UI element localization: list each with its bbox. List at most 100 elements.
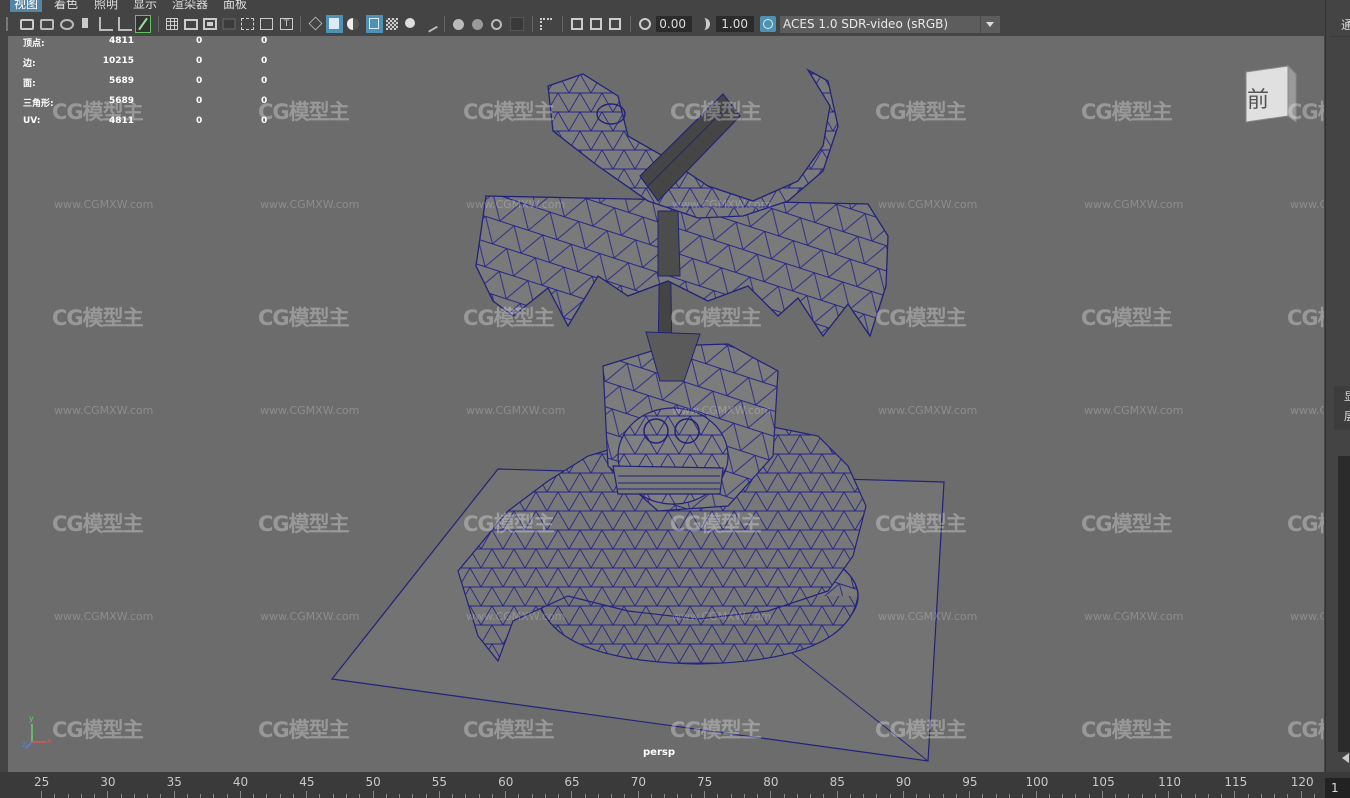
timeline-tick-label: 80 [763, 775, 779, 789]
axis-label-y: y [29, 714, 34, 723]
layer-panel-label: 显 [1344, 390, 1350, 403]
xray-joints-icon[interactable] [590, 18, 602, 30]
watermark-logo: CG模型主 [670, 100, 762, 124]
isolate-select-icon[interactable] [540, 18, 552, 30]
wireframe-on-shaded-icon[interactable] [366, 15, 383, 33]
select-camera-icon[interactable] [20, 19, 34, 30]
depth-of-field-icon[interactable] [510, 17, 524, 31]
timeline-tick [1207, 794, 1209, 798]
safe-title-icon[interactable]: T [280, 18, 293, 30]
timeline-tick [120, 794, 122, 798]
timeline-tick [80, 794, 82, 798]
hud-value: 0 [196, 96, 203, 106]
textured-icon[interactable] [386, 18, 398, 30]
current-frame-field[interactable]: 1 [1325, 778, 1350, 798]
timeline-tick [1247, 794, 1249, 798]
watermark-logo: CG模型主 [1287, 512, 1324, 536]
timeline-tick-label: 55 [431, 775, 448, 789]
timeline-tick [306, 791, 308, 798]
timeline-tick [544, 794, 546, 798]
exposure-field[interactable]: 0.00 [656, 16, 692, 32]
field-chart-icon[interactable] [241, 18, 254, 30]
timeline-tick-label: 50 [365, 775, 381, 789]
color-management-icon[interactable] [760, 16, 776, 32]
shadows-icon[interactable] [422, 15, 438, 33]
default-material-icon[interactable] [347, 18, 359, 30]
image-plane-icon[interactable] [60, 19, 74, 30]
chevron-down-icon [980, 16, 1000, 33]
screen-space-ao-icon[interactable] [453, 19, 464, 30]
watermark-logo: CG模型主 [1081, 718, 1173, 742]
right-panel-tab[interactable]: 通 [1341, 16, 1350, 33]
menu-view[interactable]: 视图 [10, 0, 43, 12]
exposure-icon[interactable] [639, 18, 651, 30]
timeline-tick [147, 794, 149, 798]
timeline-tick [438, 791, 440, 798]
hud-value: 0 [261, 36, 268, 46]
gamma-field[interactable]: 1.00 [716, 16, 754, 32]
gate-mask-icon[interactable] [222, 18, 236, 30]
timeline-tick [1062, 794, 1064, 798]
timeline-tick-label: 100 [1025, 775, 1049, 789]
watermark-url: www.CGMXW.com [466, 610, 566, 623]
camera-attributes-icon[interactable] [40, 19, 54, 30]
menu-renderer[interactable]: 渲染器 [168, 0, 212, 12]
timeline-tick [823, 794, 825, 798]
timeline-tick [677, 794, 679, 798]
watermark-url: www.CGMXW.com [1084, 198, 1184, 211]
safe-action-icon[interactable] [260, 18, 273, 30]
menu-show[interactable]: 显示 [129, 0, 161, 12]
toolbar-grip [6, 17, 8, 31]
viewport-persp[interactable]: 顶点: 4811 0 0 边: 10215 0 0 面: 5689 0 0 三角… [8, 36, 1324, 772]
watermark-url: www.CGMXW.com [466, 198, 566, 211]
gamma-icon[interactable] [702, 18, 710, 30]
wireframe-icon[interactable] [308, 16, 323, 31]
view-cube-face-label: 前 [1247, 88, 1270, 113]
backface-culling-icon[interactable] [609, 18, 621, 30]
film-gate-icon[interactable] [184, 19, 198, 30]
view-transform-dropdown[interactable]: ACES 1.0 SDR-video (sRGB) [780, 16, 1000, 33]
grease-pencil-icon[interactable] [118, 17, 132, 31]
timeline-tick [505, 791, 507, 798]
timeline-tick [133, 794, 135, 798]
bookmark-icon[interactable] [82, 18, 88, 28]
motion-blur-icon[interactable] [472, 19, 483, 30]
axis-gizmo [25, 724, 46, 749]
layer-panel-header: 显 层 [1334, 386, 1350, 430]
watermark-logo: CG模型主 [875, 100, 967, 124]
time-slider[interactable]: 25 30 35 40 45 50 55 60 65 70 75 80 85 90 95 100 105 110 1… [0, 772, 1350, 798]
lights-icon[interactable] [405, 18, 415, 28]
timeline-tick [1115, 794, 1117, 798]
xray-icon[interactable] [571, 18, 583, 30]
timeline-tick [1022, 794, 1024, 798]
timeline-tick [836, 791, 838, 798]
timeline-tick [571, 791, 573, 798]
scrollbar[interactable] [1338, 456, 1350, 752]
watermark-logo: CG模型主 [875, 512, 967, 536]
2d-pan-zoom-icon[interactable] [99, 17, 113, 31]
watermark-url: www.CGMXW.com [1290, 404, 1324, 417]
timeline-tick [1101, 791, 1103, 798]
separator [158, 16, 159, 32]
hud-value: 0 [196, 116, 203, 126]
watermark-logo: CG模型主 [52, 100, 144, 124]
timeline-tick [41, 791, 42, 798]
scroll-left-arrow-icon[interactable] [1342, 748, 1350, 767]
smooth-shade-icon[interactable] [326, 15, 343, 33]
panel-menubar: 视图 着色 照明 显示 渲染器 面板 [0, 0, 1350, 12]
resolution-gate-icon[interactable] [203, 18, 217, 30]
axis-label-z: z [22, 740, 27, 749]
menu-shading[interactable]: 着色 [50, 0, 82, 12]
watermark-url: www.CGMXW.com [1290, 610, 1324, 623]
timeline-tick [995, 794, 997, 798]
menu-panels[interactable]: 面板 [219, 0, 251, 12]
grid-icon[interactable] [166, 18, 178, 30]
anti-aliasing-icon[interactable] [491, 19, 502, 30]
timeline-tick-label: 120 [1290, 775, 1314, 789]
paint-tool-icon[interactable] [135, 15, 151, 33]
watermark-url: www.CGMXW.com [260, 404, 360, 417]
separator [562, 16, 563, 32]
timeline-tick [1194, 794, 1196, 798]
timeline-tick [690, 794, 692, 798]
menu-lighting[interactable]: 照明 [90, 0, 122, 12]
